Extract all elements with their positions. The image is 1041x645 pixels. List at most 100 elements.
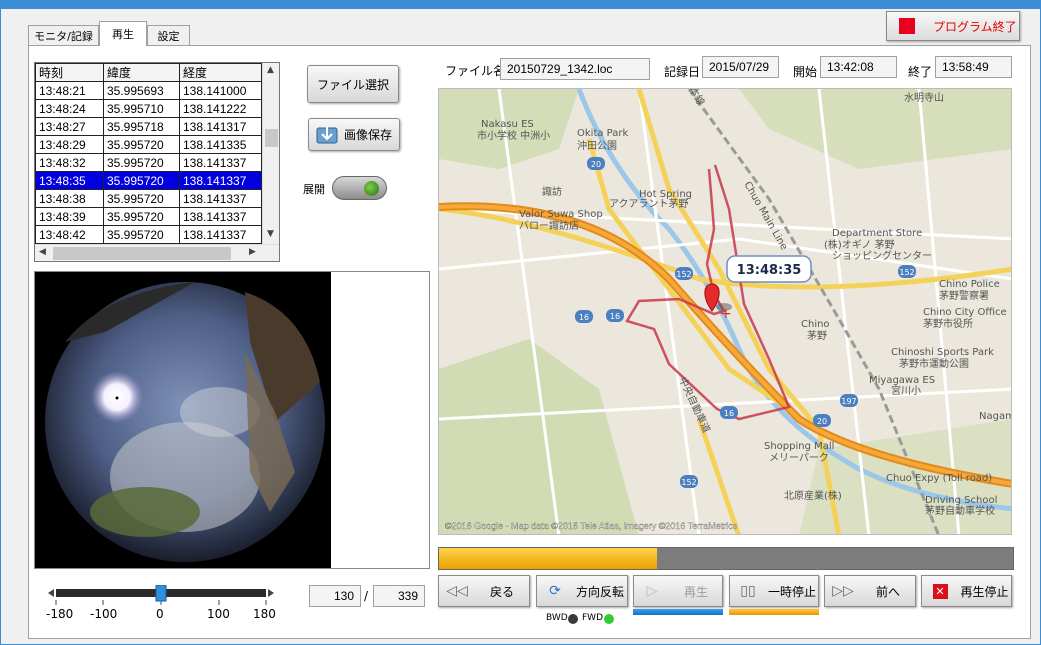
table-row[interactable]: 13:48:21 35.995693 138.141000 xyxy=(35,81,262,100)
time-cell: 13:48:42 xyxy=(35,225,104,244)
scroll-right-icon[interactable]: ▶ xyxy=(249,247,256,257)
column-header-latitude[interactable]: 緯度 xyxy=(103,63,180,82)
save-image-label: 画像保存 xyxy=(343,128,392,142)
scroll-thumb[interactable] xyxy=(265,129,278,147)
rewind-icon: ◁◁ xyxy=(446,583,468,599)
table-row[interactable]: 13:48:35 35.995720 138.141337 xyxy=(35,171,262,190)
forward-label: 前へ xyxy=(875,584,900,599)
back-button[interactable]: ◁◁ 戻る xyxy=(438,575,530,607)
latitude-cell: 35.995720 xyxy=(103,189,180,208)
current-frame-field: 130 xyxy=(309,585,361,607)
column-header-longitude[interactable]: 経度 xyxy=(179,63,262,82)
exit-program-label: プログラム終了 xyxy=(933,19,1017,34)
playback-progress-bar[interactable] xyxy=(438,547,1014,570)
svg-text:13:48:35: 13:48:35 xyxy=(737,263,802,278)
app-window: プログラム終了 モニタ/記録 再生 設定 時刻 緯度 経度 13:48:21 35… xyxy=(0,0,1041,645)
svg-text:+: + xyxy=(720,306,732,322)
scroll-up-icon[interactable]: ▲ xyxy=(267,65,274,75)
map-place-label: Chino City Office xyxy=(923,307,1007,318)
end-time-field: 13:58:49 xyxy=(935,56,1012,78)
time-cell: 13:48:39 xyxy=(35,207,104,226)
reverse-direction-button[interactable]: ⟳ 方向反転 xyxy=(536,575,628,607)
column-header-time[interactable]: 時刻 xyxy=(35,63,104,82)
total-frames-field: 339 xyxy=(373,585,425,607)
play-label: 再生 xyxy=(683,584,708,599)
time-bubble: 13:48:35 xyxy=(726,255,812,283)
latitude-cell: 35.995718 xyxy=(103,117,180,136)
tab-monitor-record[interactable]: モニタ/記録 xyxy=(28,25,99,45)
map-place-label: Chino xyxy=(801,319,830,330)
play-state-bar xyxy=(633,609,723,615)
map-place-label: 茅野警察署 xyxy=(939,289,989,302)
save-image-button[interactable]: 画像保存 xyxy=(308,118,400,151)
pause-icon: ▯▯ xyxy=(740,583,756,599)
pause-button[interactable]: ▯▯ 一時停止 xyxy=(729,575,819,607)
stop-playback-label: 再生停止 xyxy=(960,584,1009,599)
stop-square-icon xyxy=(899,18,915,34)
scroll-down-icon[interactable]: ▼ xyxy=(267,229,274,239)
forward-button[interactable]: ▷▷ 前へ xyxy=(824,575,916,607)
table-row[interactable]: 13:48:32 35.995720 138.141337 xyxy=(35,153,262,172)
longitude-cell: 138.141000 xyxy=(179,81,262,100)
map-place-label: 宮川小 xyxy=(891,384,921,397)
save-image-icon xyxy=(316,126,338,143)
latitude-cell: 35.995720 xyxy=(103,135,180,154)
tab-settings[interactable]: 設定 xyxy=(147,25,190,45)
longitude-cell: 138.141337 xyxy=(179,189,262,208)
time-cell: 13:48:27 xyxy=(35,117,104,136)
table-row[interactable]: 13:48:38 35.995720 138.141337 xyxy=(35,189,262,208)
slider-tick-label: -180 xyxy=(46,607,74,621)
route-map[interactable]: 13:48:35 + Nakasu ES 市小学校 中洲小 Okita Park 沖田… xyxy=(438,88,1012,535)
window-title-bar xyxy=(1,1,1041,9)
map-place-label: アクアラント茅野 xyxy=(609,198,689,210)
map-place-label: 水明寺山 xyxy=(904,92,944,104)
route-shield-label: 20 xyxy=(817,417,827,426)
map-place-label: (株)オギノ 茅野 xyxy=(824,238,895,251)
bwd-indicator-icon xyxy=(568,614,578,624)
slider-tick-label: -100 xyxy=(90,607,118,621)
longitude-cell: 138.141337 xyxy=(179,153,262,172)
table-row[interactable]: 13:48:29 35.995720 138.141335 xyxy=(35,135,262,154)
map-place-label: Department Store xyxy=(832,228,922,239)
time-cell: 13:48:38 xyxy=(35,189,104,208)
view-angle-slider[interactable]: -180 -100 0 100 180 xyxy=(46,584,276,625)
fast-forward-icon: ▷▷ xyxy=(832,583,854,599)
map-place-label: 沖田公園 xyxy=(577,139,617,152)
fisheye-camera-image xyxy=(35,272,331,568)
slider-thumb[interactable] xyxy=(155,584,167,602)
scroll-thumb[interactable] xyxy=(53,247,231,260)
longitude-cell: 138.141337 xyxy=(179,225,262,244)
slider-tick-label: 100 xyxy=(207,607,230,621)
refresh-icon: ⟳ xyxy=(549,583,561,599)
play-button[interactable]: ▷ 再生 xyxy=(633,575,723,607)
map-place-label: 茅野市運動公園 xyxy=(899,357,969,370)
gps-log-table[interactable]: 時刻 緯度 経度 13:48:21 35.995693 138.141000 13:4… xyxy=(34,62,280,262)
file-select-button[interactable]: ファイル選択 xyxy=(307,65,399,103)
exit-program-button[interactable]: プログラム終了 xyxy=(886,11,1020,41)
map-place-label: Nagami xyxy=(979,411,1012,422)
table-horizontal-scrollbar[interactable]: ◀ ▶ xyxy=(35,244,279,261)
route-shield-label: 20 xyxy=(591,160,601,169)
stop-playback-button[interactable]: ✕ 再生停止 xyxy=(921,575,1012,607)
table-row[interactable]: 13:48:39 35.995720 138.141337 xyxy=(35,207,262,226)
scroll-left-icon[interactable]: ◀ xyxy=(39,247,46,257)
longitude-cell: 138.141317 xyxy=(179,117,262,136)
table-row[interactable]: 13:48:42 35.995720 138.141337 xyxy=(35,225,262,244)
longitude-cell: 138.141222 xyxy=(179,99,262,118)
table-row[interactable]: 13:48:27 35.995718 138.141317 xyxy=(35,117,262,136)
progress-fill xyxy=(439,548,658,569)
tab-playback[interactable]: 再生 xyxy=(99,21,147,46)
table-row[interactable]: 13:48:24 35.995710 138.141222 xyxy=(35,99,262,118)
map-place-label: バロー諏訪店 xyxy=(519,219,579,232)
start-time-label: 開始 xyxy=(793,65,818,79)
map-place-label: Chuo Expy (Toll road) xyxy=(886,473,992,484)
slider-tick-label: 180 xyxy=(253,607,276,621)
record-date-label: 記録日 xyxy=(664,65,701,79)
table-vertical-scrollbar[interactable]: ▲ ▼ xyxy=(262,63,279,245)
end-time-label: 終了 xyxy=(908,65,933,79)
tab-label: 再生 xyxy=(112,28,134,41)
expand-label: 展開 xyxy=(303,183,325,196)
map-place-label: Driving School xyxy=(925,495,997,506)
expand-toggle[interactable] xyxy=(332,176,387,200)
expand-indicator-icon xyxy=(364,181,379,196)
